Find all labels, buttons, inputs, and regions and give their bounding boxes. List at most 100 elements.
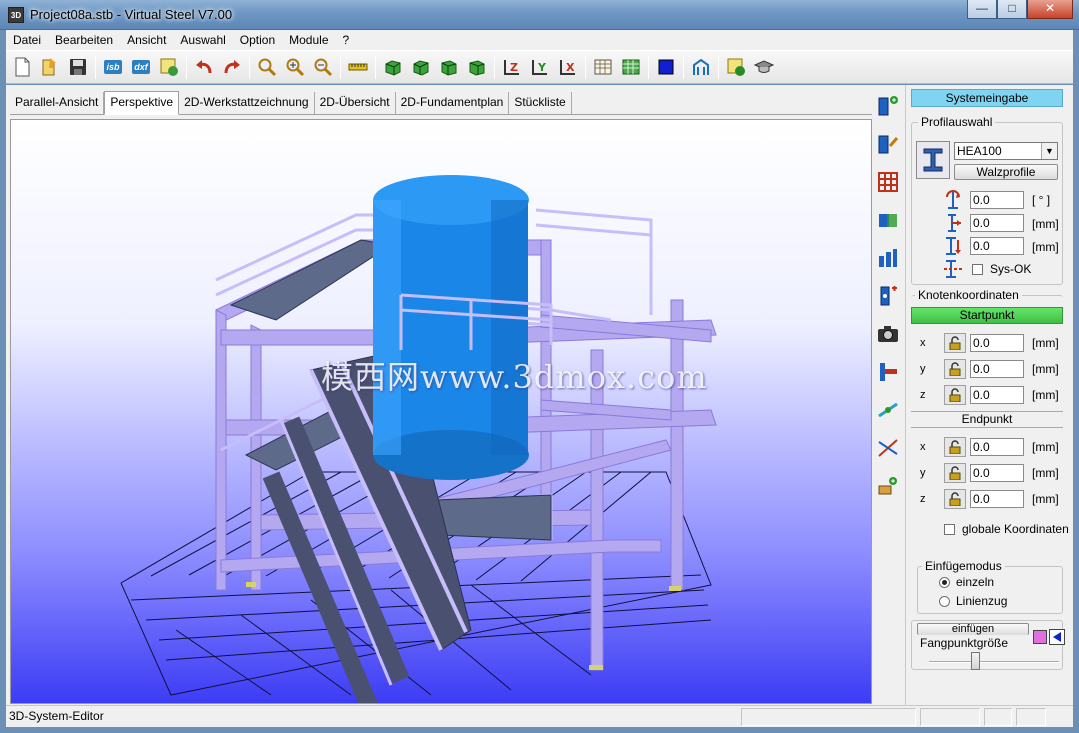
sys-ok-checkbox[interactable]	[972, 264, 983, 275]
undo-icon[interactable]	[192, 55, 216, 79]
menu-bar: Datei Bearbeiten Ansicht Auswahl Option …	[6, 30, 1073, 50]
menu-datei[interactable]: Datei	[6, 33, 48, 47]
insert-node-icon[interactable]	[875, 283, 901, 309]
lock-icon[interactable]	[944, 463, 966, 483]
table-icon[interactable]	[591, 55, 615, 79]
view-iso-1-icon[interactable]	[381, 55, 405, 79]
endpunkt-header: Endpunkt	[911, 411, 1063, 428]
arrow-left-icon[interactable]	[1049, 629, 1065, 645]
menu-module[interactable]: Module	[282, 33, 335, 47]
measure-icon[interactable]	[346, 55, 370, 79]
snap-slider-thumb[interactable]	[970, 652, 980, 670]
radio-linienzug[interactable]	[939, 596, 950, 607]
view-iso-3-icon[interactable]	[437, 55, 461, 79]
open-file-icon[interactable]	[38, 55, 62, 79]
chevron-down-icon[interactable]: ▼	[1041, 143, 1057, 159]
start-y-field[interactable]: 0.0	[970, 360, 1024, 378]
align-icon[interactable]	[875, 359, 901, 385]
color-icon[interactable]	[654, 55, 678, 79]
filter-x-icon[interactable]: X	[556, 55, 580, 79]
close-button[interactable]: ✕	[1027, 0, 1073, 19]
add-beam-icon[interactable]	[875, 93, 901, 119]
grid-icon[interactable]	[875, 169, 901, 195]
tab-perspektive[interactable]: Perspektive	[104, 91, 180, 115]
tab-stueckliste[interactable]: Stückliste	[509, 92, 572, 114]
menu-ansicht[interactable]: Ansicht	[120, 33, 173, 47]
3d-viewport[interactable]: 模西网www.3dmox.com	[10, 119, 872, 704]
diagonal-icon[interactable]	[875, 435, 901, 461]
camera-icon[interactable]	[875, 321, 901, 347]
svg-text:X: X	[566, 61, 575, 74]
status-pane	[1016, 708, 1046, 726]
menu-auswahl[interactable]: Auswahl	[173, 33, 232, 47]
offset2-field[interactable]: 0.0	[970, 237, 1024, 255]
dxf-export-button[interactable]: dxf	[129, 55, 153, 79]
svg-text:Y: Y	[537, 61, 547, 74]
add-element-icon[interactable]	[875, 473, 901, 499]
lock-icon[interactable]	[944, 437, 966, 457]
panel-header: Systemeingabe	[911, 89, 1063, 107]
startpunkt-header: Startpunkt	[911, 307, 1063, 324]
profile-select[interactable]: HEA100 ▼	[954, 142, 1058, 160]
filter-z-icon[interactable]: Z	[500, 55, 524, 79]
graduation-cap-icon[interactable]	[752, 55, 776, 79]
start-y-unit: [mm]	[1032, 362, 1059, 376]
maximize-button[interactable]: □	[997, 0, 1027, 19]
start-x-field[interactable]: 0.0	[970, 334, 1024, 352]
radio-einzeln[interactable]	[939, 577, 950, 588]
tab-2d-uebersicht[interactable]: 2D-Übersicht	[315, 92, 396, 114]
tab-2d-werkstattzeichnung[interactable]: 2D-Werkstattzeichnung	[179, 92, 315, 114]
new-file-icon[interactable]	[10, 55, 34, 79]
end-x-field[interactable]: 0.0	[970, 438, 1024, 456]
columns-icon[interactable]	[875, 245, 901, 271]
edit-beam-icon[interactable]	[875, 131, 901, 157]
offset-vertical-icon	[942, 235, 964, 257]
tab-2d-fundamentplan[interactable]: 2D-Fundamentplan	[396, 92, 510, 114]
snap-slider-track[interactable]	[929, 661, 1059, 663]
i-beam-profile-icon[interactable]	[916, 141, 950, 179]
save-icon[interactable]	[66, 55, 90, 79]
lock-icon[interactable]	[944, 333, 966, 353]
isb-export-button[interactable]: isb	[101, 55, 125, 79]
rotation-field[interactable]: 0.0	[970, 191, 1024, 209]
walzprofile-button[interactable]: Walzprofile	[954, 164, 1058, 180]
tab-parallel-ansicht[interactable]: Parallel-Ansicht	[10, 92, 105, 114]
global-coords-checkbox[interactable]	[944, 524, 955, 535]
watermark-text: 模西网www.3dmox.com	[321, 358, 708, 396]
start-x-unit: [mm]	[1032, 336, 1059, 350]
app-icon: 3D	[8, 7, 24, 23]
end-x-label: x	[920, 441, 926, 453]
lock-icon[interactable]	[944, 489, 966, 509]
steel-structure-render	[120, 175, 717, 703]
offset-horizontal-icon	[942, 212, 964, 234]
zoom-out-icon[interactable]	[311, 55, 335, 79]
grid-table-icon[interactable]	[619, 55, 643, 79]
snap-color-swatch[interactable]	[1033, 630, 1047, 644]
connect-beams-icon[interactable]	[875, 207, 901, 233]
zoom-in-icon[interactable]	[283, 55, 307, 79]
profile-group-legend: Profilauswahl	[918, 115, 996, 129]
minimize-button[interactable]: —	[967, 0, 997, 19]
insert-mode-legend: Einfügemodus	[922, 559, 1005, 573]
zoom-icon[interactable]	[255, 55, 279, 79]
structure-icon[interactable]	[689, 55, 713, 79]
menu-bearbeiten[interactable]: Bearbeiten	[48, 33, 120, 47]
export-image-icon[interactable]	[724, 55, 748, 79]
offset1-field[interactable]: 0.0	[970, 214, 1024, 232]
redo-icon[interactable]	[220, 55, 244, 79]
snap-size-label: Fangpunktgröße	[920, 636, 1009, 650]
view-iso-2-icon[interactable]	[409, 55, 433, 79]
end-z-field[interactable]: 0.0	[970, 490, 1024, 508]
end-y-field[interactable]: 0.0	[970, 464, 1024, 482]
menu-option[interactable]: Option	[233, 33, 282, 47]
lock-icon[interactable]	[944, 385, 966, 405]
menu-help[interactable]: ?	[336, 33, 357, 47]
view-iso-4-icon[interactable]	[465, 55, 489, 79]
import-icon[interactable]	[157, 55, 181, 79]
coords-group-legend: Knotenkoordinaten	[915, 288, 1022, 302]
filter-y-icon[interactable]: Y	[528, 55, 552, 79]
start-z-field[interactable]: 0.0	[970, 386, 1024, 404]
lock-icon[interactable]	[944, 359, 966, 379]
einfuegen-button[interactable]: einfügen	[917, 623, 1029, 635]
split-beam-icon[interactable]	[875, 397, 901, 423]
